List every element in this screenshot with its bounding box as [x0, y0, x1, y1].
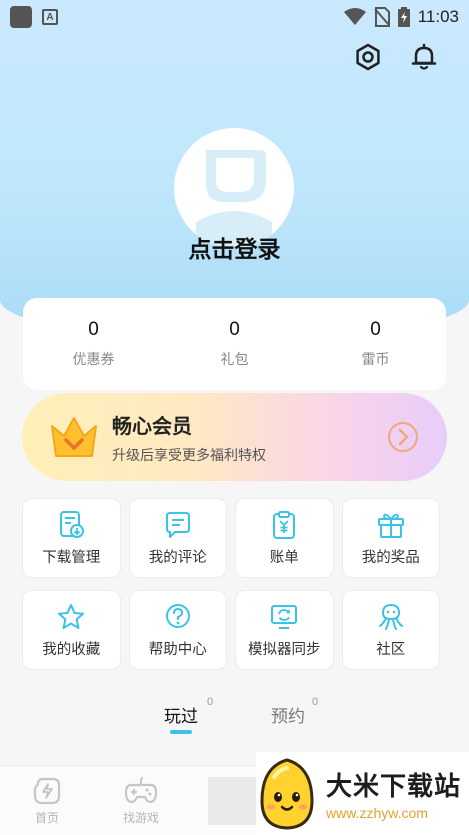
tile-label: 下载管理: [42, 549, 101, 566]
tile-label: 我的奖品: [361, 549, 420, 566]
tile-my-comments[interactable]: 我的评论: [128, 498, 227, 578]
tile-download-manage[interactable]: 下载管理: [22, 498, 121, 578]
notification-a-icon: A: [42, 9, 58, 25]
gamepad-icon: [124, 776, 158, 803]
tile-bill[interactable]: 账单: [235, 498, 334, 578]
tab-played[interactable]: 玩过: [164, 702, 198, 727]
no-sim-icon: [373, 7, 390, 27]
sync-icon: [271, 604, 298, 629]
stat-gift-packs[interactable]: 0 礼包: [175, 319, 295, 369]
tile-my-favorites[interactable]: 我的收藏: [22, 590, 121, 670]
nav-label: 首页: [34, 810, 59, 825]
nav-label: 找游戏: [122, 810, 159, 825]
tab-played-count: 0: [207, 696, 214, 708]
header-actions: [353, 42, 439, 72]
active-tab-indicator: [170, 730, 192, 734]
watermark: 大米下载站 www.zzhyw.com: [256, 752, 469, 835]
stat-label: 雷币: [361, 351, 390, 367]
tile-label: 我的收藏: [42, 641, 101, 658]
login-link[interactable]: 点击登录: [0, 230, 469, 264]
rice-mascot-logo: [260, 757, 314, 830]
stat-value: 0: [370, 319, 381, 340]
nav-home[interactable]: 首页: [0, 776, 94, 826]
vip-banner[interactable]: 畅心会员 升级后享受更多福利特权: [22, 393, 447, 481]
gear-icon: [356, 43, 380, 71]
bell-icon: [411, 43, 437, 70]
vip-subtitle: 升级后享受更多福利特权: [112, 446, 266, 463]
status-bar: A 11:03: [0, 0, 469, 34]
app-notification-icon: [10, 6, 32, 28]
wifi-icon: [343, 8, 366, 25]
gift-icon: [377, 513, 404, 538]
stat-label: 礼包: [220, 351, 249, 367]
watermark-url: www.zzhyw.com: [326, 805, 428, 821]
tile-emulator-sync[interactable]: 模拟器同步: [235, 590, 334, 670]
battery-icon: [397, 7, 410, 27]
watermark-title: 大米下载站: [326, 771, 462, 801]
tile-label: 社区: [376, 641, 406, 658]
stat-value: 0: [229, 319, 240, 340]
clock: 11:03: [417, 7, 459, 26]
tab-reserved[interactable]: 预约: [271, 702, 305, 727]
tab-reserved-count: 0: [312, 696, 319, 708]
community-icon: [378, 603, 403, 630]
chevron-right-icon: [388, 422, 418, 452]
download-manage-icon: [60, 510, 85, 538]
settings-button[interactable]: [353, 42, 383, 72]
stat-coins[interactable]: 0 雷币: [316, 319, 436, 369]
tile-help-center[interactable]: 帮助中心: [128, 590, 227, 670]
tile-label: 帮助中心: [148, 641, 207, 658]
game-tabs: 玩过 0 预约 0: [0, 696, 469, 740]
tile-label: 模拟器同步: [248, 641, 321, 658]
nav-find-games[interactable]: 找游戏: [94, 776, 188, 826]
vip-title: 畅心会员: [112, 415, 192, 438]
function-grid: 下载管理 我的评论 账单 我的奖品 我的收藏 帮助中心 模拟器同步 社区: [22, 498, 440, 682]
bill-icon: [273, 510, 296, 539]
tile-my-prizes[interactable]: 我的奖品: [341, 498, 440, 578]
crown-icon: [51, 417, 97, 457]
stat-value: 0: [88, 319, 99, 340]
stat-label: 优惠券: [72, 351, 115, 367]
home-icon: [33, 777, 61, 804]
tile-label: 我的评论: [148, 549, 207, 566]
stats-card: 0 优惠券 0 礼包 0 雷币: [23, 298, 446, 390]
comment-icon: [165, 511, 190, 538]
tile-community[interactable]: 社区: [341, 590, 440, 670]
stat-coupons[interactable]: 0 优惠券: [34, 319, 154, 369]
tile-label: 账单: [269, 549, 299, 566]
notification-button[interactable]: [409, 42, 439, 72]
star-icon: [58, 603, 85, 629]
help-icon: [165, 603, 190, 628]
